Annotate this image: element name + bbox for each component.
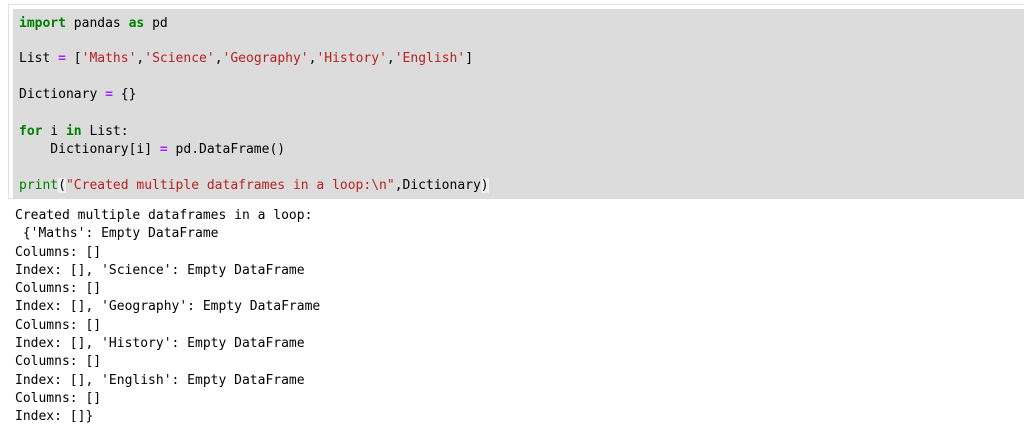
cell-output: Created multiple dataframes in a loop: {… bbox=[15, 207, 1015, 427]
code-line-3: Dictionary = {} bbox=[19, 86, 136, 104]
output-line: Index: [], 'English': Empty DataFrame bbox=[15, 372, 305, 388]
code-line-1: import pandas as pd bbox=[19, 15, 168, 33]
code-token: in bbox=[65, 124, 82, 139]
output-line: Index: [], 'History': Empty DataFrame bbox=[15, 336, 305, 352]
code-token: ( bbox=[58, 178, 66, 193]
code-token: as bbox=[128, 16, 145, 31]
code-token: for bbox=[19, 124, 43, 139]
output-line: Columns: [] bbox=[15, 244, 102, 260]
output-line: {'Maths': Empty DataFrame bbox=[15, 226, 219, 242]
output-line: Index: [], 'Science': Empty DataFrame bbox=[15, 262, 305, 278]
output-line: Index: []} bbox=[15, 409, 94, 425]
code-token: 'Geography' bbox=[222, 51, 309, 66]
code-token: {} bbox=[112, 87, 137, 102]
output-line: Columns: [] bbox=[15, 390, 102, 406]
code-line-2: List = ['Maths','Science','Geography','H… bbox=[19, 50, 473, 68]
code-token: ,Dictionary bbox=[394, 178, 481, 193]
code-token: pd bbox=[144, 16, 168, 31]
code-token: Dictionary[i] bbox=[19, 142, 160, 157]
code-token: List bbox=[19, 51, 59, 66]
code-token: , bbox=[214, 51, 223, 66]
code-token: pd.DataFrame() bbox=[167, 142, 286, 157]
code-token: 'Science' bbox=[144, 51, 215, 66]
output-line: Columns: [] bbox=[15, 281, 102, 297]
output-line: Created multiple dataframes in a loop: bbox=[15, 208, 313, 223]
code-token: i bbox=[42, 124, 66, 139]
code-line-5: Dictionary[i] = pd.DataFrame() bbox=[19, 141, 285, 159]
code-line-6: print("Created multiple dataframes in a … bbox=[19, 177, 489, 195]
code-token: , bbox=[386, 51, 395, 66]
code-token: = bbox=[105, 87, 113, 102]
code-token: = bbox=[159, 142, 168, 157]
code-token: List: bbox=[81, 124, 129, 139]
code-token: pandas bbox=[65, 16, 129, 31]
output-line: Index: [], 'Geography': Empty DataFrame bbox=[15, 299, 321, 315]
output-line: Columns: [] bbox=[15, 317, 102, 333]
code-token: "Created multiple dataframes in a loop:\… bbox=[65, 178, 395, 193]
code-cell[interactable]: import pandas as pd List = ['Maths','Sci… bbox=[8, 4, 1024, 199]
code-token: Dictionary bbox=[19, 87, 106, 102]
code-token: 'Maths' bbox=[81, 51, 137, 66]
code-token: ] bbox=[465, 51, 474, 66]
code-token: 'English' bbox=[394, 51, 466, 66]
code-token: ) bbox=[480, 178, 489, 193]
code-token: [ bbox=[65, 51, 82, 66]
code-token: 'History' bbox=[316, 51, 387, 66]
code-token: print bbox=[19, 178, 59, 193]
code-line-4: for i in List: bbox=[19, 123, 129, 141]
code-token: import bbox=[19, 16, 66, 31]
code-token: = bbox=[58, 51, 66, 66]
output-line: Columns: [] bbox=[15, 354, 102, 370]
code-input-area[interactable]: import pandas as pd List = ['Maths','Sci… bbox=[13, 9, 1024, 199]
